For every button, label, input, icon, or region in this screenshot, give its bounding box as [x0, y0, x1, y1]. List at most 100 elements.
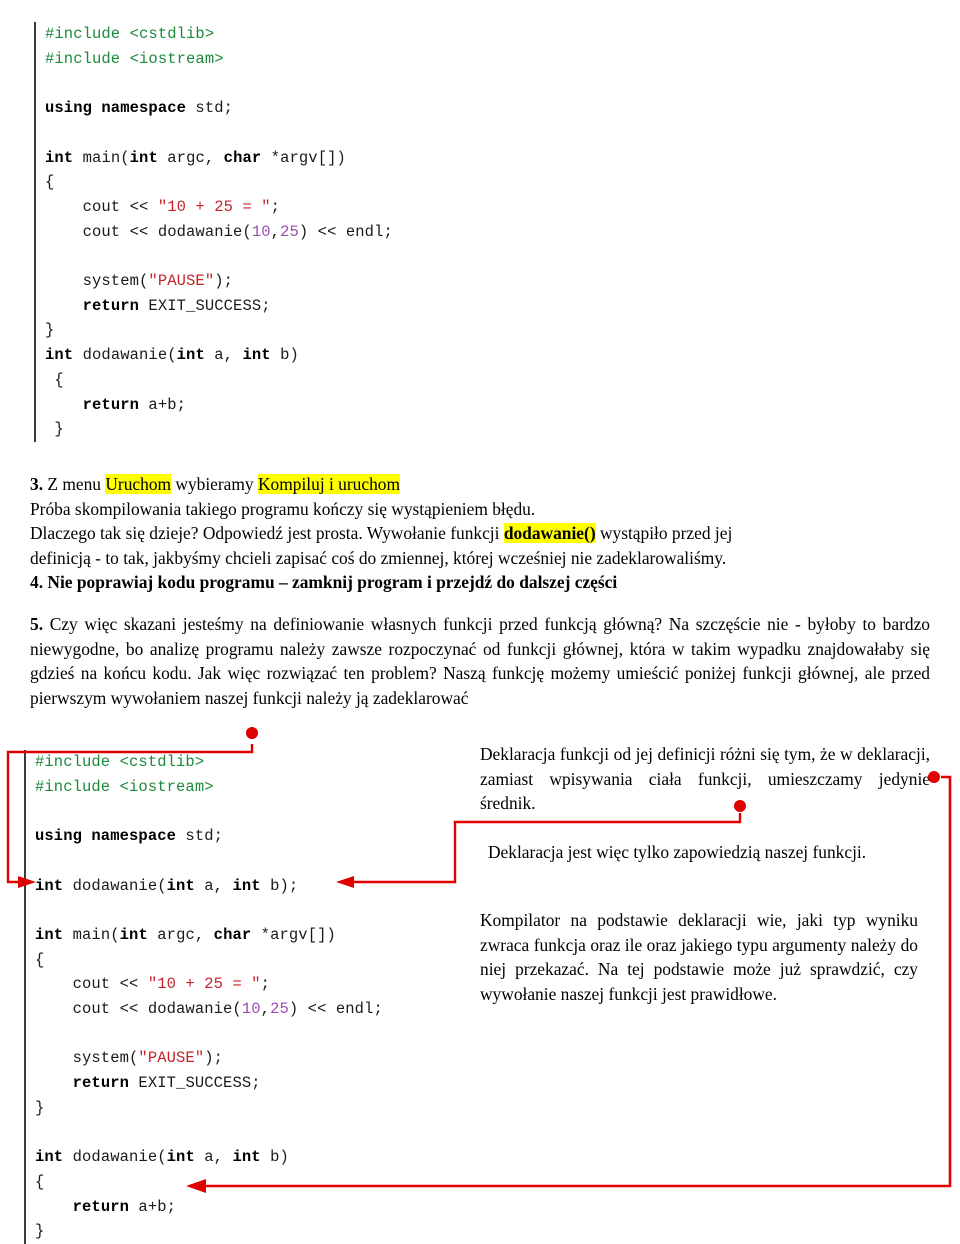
code-token: "PAUSE" — [138, 1049, 205, 1068]
step-3-text-b: wybieramy — [171, 474, 258, 494]
code-token: } — [35, 1098, 45, 1117]
note-declaration-is-announcement: Deklaracja jest więc tylko zapowiedzią n… — [488, 842, 867, 862]
code-token: cout << — [45, 197, 158, 216]
code-line: } — [35, 1219, 383, 1244]
code-token: main( — [73, 148, 130, 167]
code-token: argc, — [157, 148, 224, 167]
code-token: system( — [35, 1049, 139, 1068]
code-line: } — [45, 417, 393, 442]
step-3-line-3: Dlaczego tak się dzieje? Odpowiedź jest … — [30, 521, 930, 546]
annotation-dot-declare — [246, 727, 258, 739]
code-line: return EXIT_SUCCESS; — [45, 294, 393, 319]
code-token: return — [72, 1197, 130, 1216]
code-token: argc, — [147, 925, 214, 944]
code-line: { — [35, 948, 383, 973]
code-line: } — [45, 318, 393, 343]
code-token: EXIT_SUCCESS; — [129, 1074, 261, 1093]
code-token: ) << endl; — [298, 222, 393, 241]
note-declaration-vs-definition: Deklaracja funkcji od jej definicji różn… — [480, 744, 930, 814]
code-token: #include <iostream> — [35, 777, 214, 796]
step-5-text: Czy więc skazani jesteśmy na definiowani… — [30, 614, 930, 708]
code-token: int — [45, 346, 74, 365]
code-line: system("PAUSE"); — [35, 1046, 383, 1071]
code-line: #include <cstdlib> — [45, 22, 393, 47]
code-token: using namespace — [35, 827, 177, 846]
code-token: 10 — [241, 1000, 261, 1019]
code-token: "10 + 25 = " — [147, 975, 261, 994]
code-line: { — [35, 1170, 383, 1195]
code-token: char — [213, 925, 252, 944]
code-token: int — [176, 346, 205, 365]
code-token: cout << — [35, 975, 148, 994]
code-token: a+b; — [139, 395, 187, 414]
code-token: ; — [270, 197, 281, 216]
paragraph-step-4: 4. Nie poprawiaj kodu programu – zamknij… — [30, 572, 618, 592]
code-token: a+b; — [129, 1197, 177, 1216]
code-line: } — [35, 1096, 383, 1121]
step-3-text-a: Z menu — [43, 474, 106, 494]
code-line: using namespace std; — [45, 96, 393, 121]
code-line: cout << "10 + 25 = "; — [45, 195, 393, 220]
code-token: b); — [260, 876, 299, 895]
code-token: 25 — [280, 222, 299, 241]
paragraph-step-5: 5. Czy więc skazani jesteśmy na definiow… — [30, 612, 930, 710]
step-3-number: 3. — [30, 474, 44, 494]
note-compiler-knows-types: Kompilator na podstawie deklaracji wie, … — [480, 910, 918, 1004]
code-token: EXIT_SUCCESS; — [139, 296, 271, 315]
code-line: { — [45, 368, 393, 393]
code-token: { — [45, 173, 55, 192]
code-token: main( — [63, 925, 120, 944]
code-line: return a+b; — [35, 1195, 383, 1220]
code-line: int main(int argc, char *argv[]) — [35, 923, 383, 948]
code-token: a, — [204, 346, 243, 365]
code-token: int — [232, 876, 261, 895]
code-line: #include <cstdlib> — [35, 750, 383, 775]
code-line: return a+b; — [45, 393, 393, 418]
code-token: return — [72, 1074, 130, 1093]
code-token: "10 + 25 = " — [157, 197, 271, 216]
code-token: return — [82, 395, 140, 414]
code-token: int — [166, 876, 195, 895]
code-token: cout << dodawanie( — [35, 1000, 242, 1019]
code-token: dodawanie( — [73, 346, 177, 365]
code-block-program-with-declaration: #include <cstdlib> #include <iostream> us… — [24, 750, 383, 1244]
code-line: int dodawanie(int a, int b) — [45, 343, 393, 368]
code-token: , — [270, 222, 281, 241]
code-token: ; — [260, 975, 271, 994]
code-token: cout << dodawanie( — [45, 222, 252, 241]
code-line: int main(int argc, char *argv[]) — [45, 146, 393, 171]
code-token: #include <iostream> — [45, 49, 224, 68]
code-token: 10 — [251, 222, 271, 241]
code-token: } — [45, 321, 55, 340]
code-token: a, — [194, 1148, 233, 1167]
code-token: #include <cstdlib> — [45, 25, 215, 43]
code-token: { — [45, 370, 64, 389]
code-token: 25 — [270, 1000, 289, 1019]
code-token: *argv[]) — [261, 148, 346, 167]
code-token: int — [35, 876, 64, 895]
code-token: ); — [214, 272, 234, 291]
code-token: int — [45, 148, 74, 167]
code-token: { — [35, 1172, 45, 1191]
code-token: b) — [270, 346, 299, 365]
code-token: int — [129, 148, 158, 167]
highlight-dodawanie-fn: dodawanie() — [503, 523, 596, 544]
code-token: int — [119, 925, 148, 944]
code-line: { — [45, 170, 393, 195]
step-3-line-3-b: wystąpiło przed jej — [595, 523, 733, 544]
code-token: } — [35, 1222, 45, 1241]
paragraph-step-3: 3. Z menu Uruchom wybieramy Kompiluj i u… — [30, 472, 930, 570]
code-line: cout << "10 + 25 = "; — [35, 972, 383, 997]
code-line: system("PAUSE"); — [45, 269, 393, 294]
code-token: int — [166, 1148, 195, 1167]
code-line: cout << dodawanie(10,25) << endl; — [45, 220, 393, 245]
code-token: system( — [45, 272, 149, 291]
code-token: *argv[]) — [251, 925, 336, 944]
